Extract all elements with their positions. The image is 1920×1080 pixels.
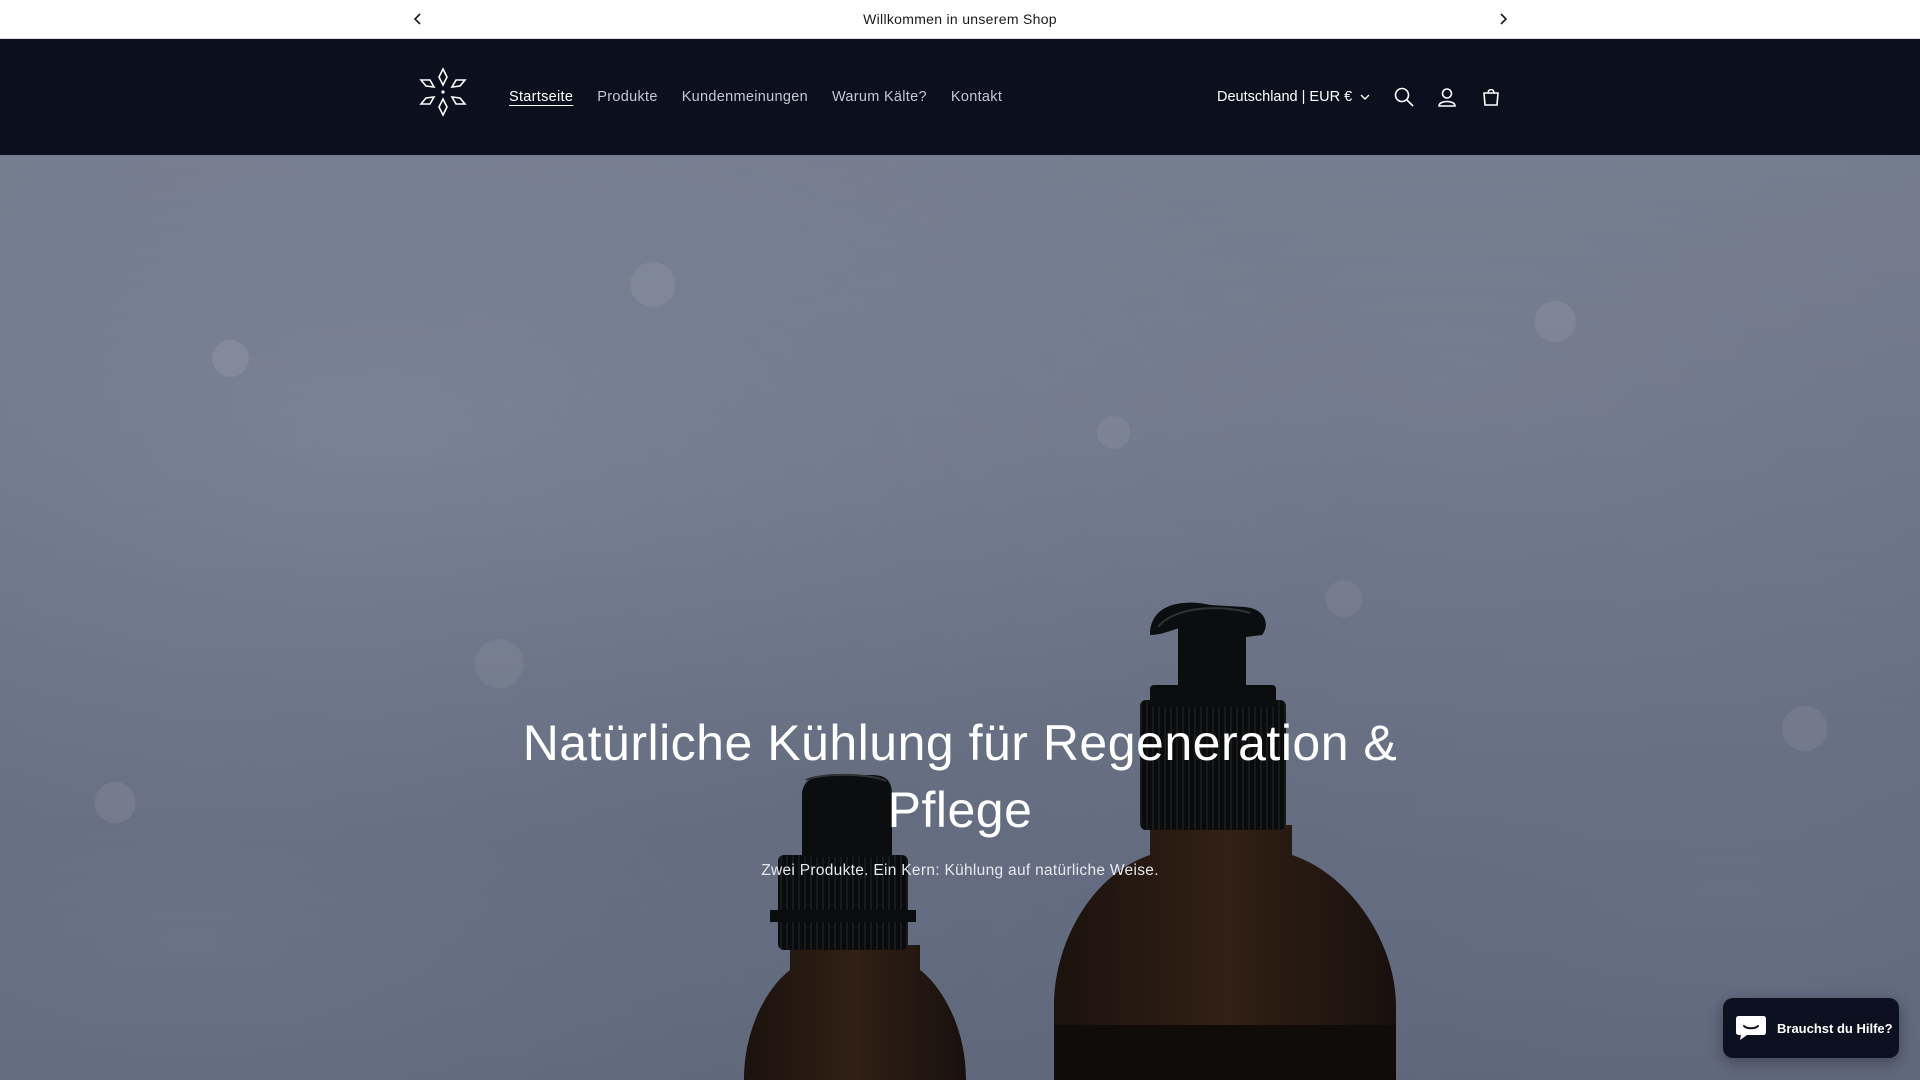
search-button[interactable] [1386,79,1422,115]
hero-subtitle: Zwei Produkte. Ein Kern: Kühlung auf nat… [761,862,1159,879]
announcement-next-button[interactable] [1483,0,1522,38]
chevron-right-icon [1499,13,1507,25]
nav-link-kundenmeinungen[interactable]: Kundenmeinungen [670,89,820,105]
chat-widget-button[interactable]: Brauchst du Hilfe? [1723,998,1899,1058]
search-icon [1394,87,1414,107]
chat-bubble-icon [1736,1016,1766,1040]
nav-link-produkte[interactable]: Produkte [585,89,669,105]
account-button[interactable] [1429,79,1465,115]
main-nav: Startseite Produkte Kundenmeinungen Waru… [497,39,1014,155]
locale-label: Deutschland | EUR € [1217,89,1353,105]
hero-content: Natürliche Kühlung für Regeneration & Pf… [460,710,1460,880]
nav-link-warum-kaelte[interactable]: Warum Kälte? [820,89,939,105]
site-header: Startseite Produkte Kundenmeinungen Waru… [0,39,1920,155]
snowflake-logo-icon [419,67,467,117]
hero-title: Natürliche Kühlung für Regeneration & Pf… [522,715,1398,838]
nav-link-kontakt[interactable]: Kontakt [939,89,1014,105]
site-logo[interactable] [416,65,470,119]
hero-banner: Natürliche Kühlung für Regeneration & Pf… [0,155,1920,1080]
announcement-text: Willkommen in unserem Shop [863,11,1057,27]
cart-icon [1483,88,1499,106]
cart-button[interactable] [1473,79,1509,115]
hero-overlay [0,155,1920,1080]
country-currency-selector[interactable]: Deutschland | EUR € [1217,39,1370,155]
announcement-bar: Willkommen in unserem Shop [0,0,1920,39]
account-icon [1438,88,1456,107]
chevron-down-icon [1360,94,1370,100]
chat-widget-label: Brauchst du Hilfe? [1777,1020,1893,1036]
nav-link-startseite[interactable]: Startseite [497,89,585,105]
